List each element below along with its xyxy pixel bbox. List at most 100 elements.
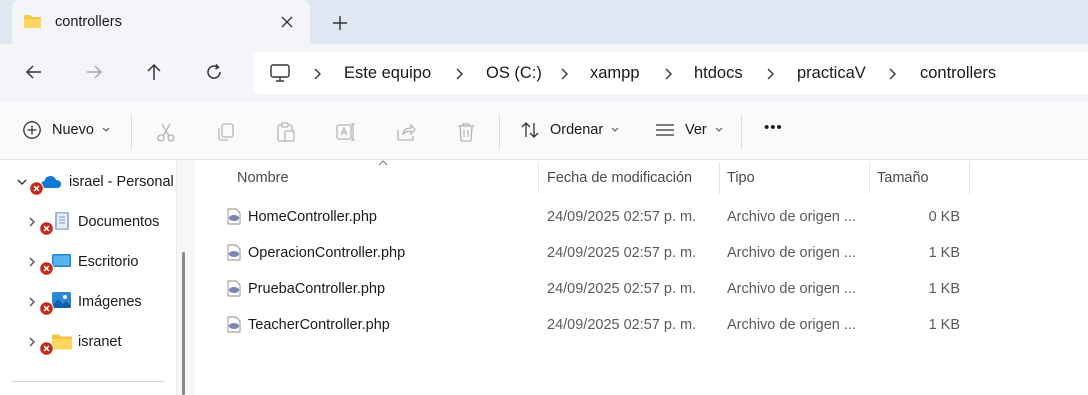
- tab-strip: controllers: [0, 0, 1088, 44]
- view-button[interactable]: Ver: [655, 120, 723, 140]
- sidebar-item-label: Imágenes: [78, 294, 142, 310]
- chevron-right-icon[interactable]: [765, 67, 775, 81]
- sort-button[interactable]: Ordenar: [520, 120, 619, 140]
- file-row[interactable]: OperacionController.php 24/09/2025 02:57…: [196, 235, 1088, 271]
- file-size: 0 KB: [928, 209, 960, 225]
- tab-controllers[interactable]: controllers: [12, 0, 310, 44]
- address-bar[interactable]: Este equipo OS (C:) xampp htdocs practic…: [253, 52, 1088, 94]
- file-modified: 24/09/2025 02:57 p. m.: [547, 317, 697, 333]
- computer-icon: [270, 64, 290, 82]
- folder-icon: [52, 334, 72, 350]
- chevron-right-icon[interactable]: [559, 67, 569, 81]
- column-header-modified[interactable]: Fecha de modificación: [547, 170, 692, 186]
- chevron-right-icon[interactable]: [27, 337, 37, 347]
- sidebar-item-label: israel - Personal: [69, 174, 174, 190]
- file-size: 1 KB: [928, 245, 960, 261]
- chevron-right-icon[interactable]: [27, 217, 37, 227]
- sync-error-icon: [39, 261, 54, 276]
- chevron-down-icon: [715, 127, 723, 132]
- chevron-right-icon[interactable]: [27, 257, 37, 267]
- sync-error-icon: [39, 341, 54, 356]
- column-divider[interactable]: [538, 162, 539, 194]
- view-button-label: Ver: [685, 122, 707, 138]
- column-divider[interactable]: [969, 162, 970, 194]
- breadcrumb-os-c[interactable]: OS (C:): [486, 64, 542, 83]
- sidebar-scrollbar[interactable]: [176, 160, 195, 395]
- sort-icon: [521, 122, 539, 138]
- sidebar-item-label: Documentos: [78, 214, 160, 230]
- copy-icon[interactable]: [215, 121, 237, 143]
- sync-error-icon: [39, 301, 54, 316]
- column-divider[interactable]: [869, 162, 870, 194]
- file-modified: 24/09/2025 02:57 p. m.: [547, 281, 697, 297]
- delete-icon[interactable]: [455, 121, 477, 143]
- rename-icon[interactable]: [335, 121, 357, 143]
- file-type: Archivo de origen ...: [727, 281, 856, 297]
- sidebar-item-isranet[interactable]: isranet: [0, 327, 176, 357]
- sidebar-item-israel-personal[interactable]: israel - Personal: [0, 167, 176, 197]
- toolbar-divider: [741, 114, 742, 150]
- sync-error-icon: [29, 181, 44, 196]
- php-file-icon: [227, 208, 241, 225]
- file-type: Archivo de origen ...: [727, 209, 856, 225]
- column-header-name[interactable]: Nombre: [237, 170, 289, 186]
- breadcrumb-practicav[interactable]: practicaV: [797, 64, 866, 83]
- close-icon[interactable]: [278, 13, 296, 31]
- command-bar: Nuevo Ordenar Ver •••: [0, 102, 1088, 160]
- chevron-down-icon: [611, 127, 619, 132]
- new-button-label: Nuevo: [52, 122, 94, 138]
- chevron-right-icon[interactable]: [887, 67, 897, 81]
- chevron-right-icon[interactable]: [663, 67, 673, 81]
- paste-icon[interactable]: [275, 121, 297, 143]
- cut-icon[interactable]: [155, 121, 177, 143]
- sidebar-item-imagenes[interactable]: Imágenes: [0, 287, 176, 317]
- php-file-icon: [227, 316, 241, 333]
- new-tab-icon[interactable]: [330, 13, 350, 33]
- chevron-down-icon[interactable]: [17, 177, 27, 187]
- back-icon[interactable]: [23, 61, 45, 83]
- more-options-icon[interactable]: •••: [764, 119, 783, 136]
- file-name: OperacionController.php: [248, 245, 406, 261]
- navigation-pane: israel - Personal Documentos Escritorio: [0, 160, 176, 395]
- column-header-size[interactable]: Tamaño: [877, 170, 929, 186]
- breadcrumb-htdocs[interactable]: htdocs: [694, 64, 743, 83]
- sidebar-item-label: Escritorio: [78, 254, 139, 270]
- file-name: PruebaController.php: [248, 281, 386, 297]
- sidebar-item-documentos[interactable]: Documentos: [0, 207, 176, 237]
- breadcrumb-controllers[interactable]: controllers: [920, 64, 996, 83]
- folder-icon: [24, 15, 41, 28]
- file-row[interactable]: TeacherController.php 24/09/2025 02:57 p…: [196, 307, 1088, 343]
- refresh-icon[interactable]: [203, 61, 225, 83]
- chevron-right-icon[interactable]: [454, 67, 464, 81]
- navigation-bar: Este equipo OS (C:) xampp htdocs practic…: [0, 44, 1088, 102]
- column-divider[interactable]: [719, 162, 720, 194]
- plus-circle-icon: [23, 121, 41, 139]
- chevron-down-icon: [102, 127, 110, 132]
- sort-button-label: Ordenar: [550, 122, 604, 138]
- sort-ascending-icon: [378, 160, 388, 166]
- chevron-right-icon[interactable]: [27, 297, 37, 307]
- breadcrumb-xampp[interactable]: xampp: [590, 64, 640, 83]
- chevron-right-icon[interactable]: [312, 67, 322, 81]
- sidebar-divider: [12, 381, 164, 382]
- breadcrumb-este-equipo[interactable]: Este equipo: [344, 64, 431, 83]
- php-file-icon: [227, 280, 241, 297]
- share-icon[interactable]: [395, 121, 417, 143]
- new-button[interactable]: Nuevo: [22, 120, 110, 140]
- view-list-icon: [656, 124, 674, 136]
- file-list: Nombre Fecha de modificación Tipo Tamaño…: [196, 160, 1088, 395]
- php-file-icon: [227, 244, 241, 261]
- tab-title: controllers: [55, 14, 122, 30]
- sidebar-item-escritorio[interactable]: Escritorio: [0, 247, 176, 277]
- column-header-type[interactable]: Tipo: [727, 170, 755, 186]
- file-name: HomeController.php: [248, 209, 377, 225]
- file-type: Archivo de origen ...: [727, 317, 856, 333]
- sync-error-icon: [39, 221, 54, 236]
- up-icon[interactable]: [143, 61, 165, 83]
- file-row[interactable]: HomeController.php 24/09/2025 02:57 p. m…: [196, 199, 1088, 235]
- file-row[interactable]: PruebaController.php 24/09/2025 02:57 p.…: [196, 271, 1088, 307]
- sidebar-scrollbar-thumb[interactable]: [182, 252, 185, 395]
- forward-icon[interactable]: [83, 61, 105, 83]
- file-size: 1 KB: [928, 317, 960, 333]
- sidebar-item-label: isranet: [78, 334, 122, 350]
